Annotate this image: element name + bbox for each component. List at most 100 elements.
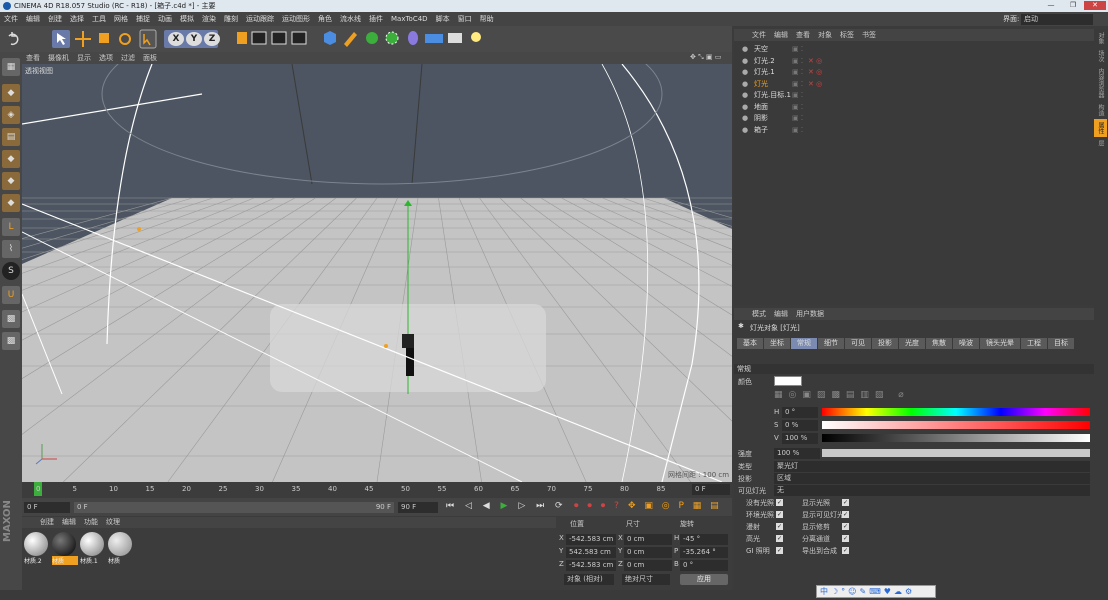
object-menu-item[interactable]: 查看 xyxy=(792,31,814,39)
size-mode-dropdown[interactable]: 绝对尺寸 xyxy=(622,574,670,585)
ime-toolbar[interactable]: 中☽°☺✎⌨♥☁⚙ xyxy=(816,585,936,598)
position-field[interactable]: -542.583 cm xyxy=(566,560,616,571)
attribute-tab[interactable]: 工程 xyxy=(1021,338,1048,349)
value-field[interactable]: 100 % xyxy=(782,433,818,444)
intensity-slider[interactable] xyxy=(822,449,1090,457)
position-field[interactable]: 542.583 cm xyxy=(566,547,616,558)
visibility-toggle[interactable]: ▣ ⁚ xyxy=(792,102,803,113)
menu-item[interactable]: 运动图形 xyxy=(278,12,314,26)
rotation-field[interactable]: 0 ° xyxy=(680,560,728,571)
manager-tab[interactable]: 层 xyxy=(1094,137,1107,149)
visibility-toggle[interactable]: ▣ ⁚ xyxy=(792,67,803,78)
viewport-menu-item[interactable]: 显示 xyxy=(73,52,95,64)
record-keys-icons[interactable]: ⏺ ⏺ ⏺ ? xyxy=(574,501,622,511)
object-row[interactable]: ● 阴影 ▣ ⁚ xyxy=(734,113,1094,124)
ime-icon[interactable]: ✎ xyxy=(860,587,870,596)
object-row[interactable]: ● 灯光.2 ▣ ⁚ ✕ ◎ xyxy=(734,56,1094,67)
size-field[interactable]: 0 cm xyxy=(624,560,672,571)
x-axis-button[interactable]: X xyxy=(168,32,184,46)
menu-item[interactable]: 角色 xyxy=(314,12,336,26)
visibility-toggle[interactable]: ▣ ⁚ xyxy=(792,79,803,90)
y-axis-button[interactable]: Y xyxy=(186,32,202,46)
option-checkbox[interactable]: ✓ xyxy=(776,499,783,506)
color-swatch[interactable] xyxy=(774,376,802,386)
ime-icon[interactable]: ⚙ xyxy=(905,587,915,596)
viewport-menu-item[interactable]: 过滤 xyxy=(117,52,139,64)
attribute-tab[interactable]: 噪波 xyxy=(953,338,980,349)
attribute-tab[interactable]: 焦散 xyxy=(926,338,953,349)
coord-mode-dropdown[interactable]: 对象 (相对) xyxy=(564,574,614,585)
manager-tab[interactable]: 场次 xyxy=(1094,47,1107,65)
menu-item[interactable]: 雕刻 xyxy=(220,12,242,26)
ime-icon[interactable]: ☺ xyxy=(848,587,859,596)
ime-icon[interactable]: 中 xyxy=(820,587,831,596)
object-row[interactable]: ● 天空 ▣ ⁚ xyxy=(734,44,1094,55)
menu-item[interactable]: 网格 xyxy=(110,12,132,26)
attribute-tab[interactable]: 投影 xyxy=(872,338,899,349)
attribute-tab[interactable]: 基本 xyxy=(737,338,764,349)
visibility-toggle[interactable]: ▣ ⁚ xyxy=(792,90,803,101)
menu-item[interactable]: 动画 xyxy=(154,12,176,26)
menu-item[interactable]: 选择 xyxy=(66,12,88,26)
perspective-viewport[interactable]: 透视视图 网格间距 : 100 cm xyxy=(22,64,732,482)
option-checkbox[interactable]: ✓ xyxy=(776,511,783,518)
ime-icon[interactable]: ⌨ xyxy=(869,587,884,596)
menu-item[interactable]: 脚本 xyxy=(432,12,454,26)
workplane-icon[interactable]: ▤ xyxy=(2,128,20,146)
key-mode-icons[interactable]: ✥ ▣ ◎ P ▦ ▤ xyxy=(628,501,722,511)
magnet-icon[interactable]: U xyxy=(2,286,20,304)
rotation-field[interactable]: -35.264 ° xyxy=(680,547,728,558)
hue-field[interactable]: 0 ° xyxy=(782,407,818,418)
menu-item[interactable]: 插件 xyxy=(365,12,387,26)
layout-dropdown[interactable]: 启动 xyxy=(1021,14,1093,25)
viewport-menu-item[interactable]: 查看 xyxy=(22,52,44,64)
start-frame-field[interactable]: 0 F xyxy=(24,502,70,513)
menu-item[interactable]: 流水线 xyxy=(336,12,365,26)
timeline[interactable]: 051015202530354045505560657075808590 0 F xyxy=(22,482,732,498)
object-menu-item[interactable]: 书签 xyxy=(858,31,880,39)
ime-icon[interactable]: ☽ xyxy=(831,587,841,596)
minimize-button[interactable]: — xyxy=(1040,1,1062,10)
material-swatch[interactable]: 材质 xyxy=(52,532,78,566)
menu-item[interactable]: 创建 xyxy=(44,12,66,26)
material-swatch[interactable]: 材质.2 xyxy=(24,532,50,566)
object-row[interactable]: ● 箱子 ▣ ⁚ xyxy=(734,125,1094,136)
visibility-toggle[interactable]: ▣ ⁚ xyxy=(792,113,803,124)
object-row[interactable]: ● 灯光.1 ▣ ⁚ ✕ ◎ xyxy=(734,67,1094,78)
object-menu-item[interactable]: 标签 xyxy=(836,31,858,39)
material-swatch[interactable]: 材质 xyxy=(108,532,134,566)
menu-item[interactable]: 模拟 xyxy=(176,12,198,26)
size-field[interactable]: 0 cm xyxy=(624,547,672,558)
menu-item[interactable]: 帮助 xyxy=(476,12,498,26)
intensity-field[interactable]: 100 % xyxy=(774,448,820,459)
attribute-menu-item[interactable]: 用户数据 xyxy=(792,310,828,318)
menu-item[interactable]: 工具 xyxy=(88,12,110,26)
manager-tab[interactable]: 构造 xyxy=(1094,101,1107,119)
end-frame-field[interactable]: 90 F xyxy=(398,502,438,513)
object-menu-item[interactable]: 文件 xyxy=(748,31,770,39)
option-checkbox[interactable]: ✓ xyxy=(842,547,849,554)
option-checkbox[interactable]: ✓ xyxy=(842,535,849,542)
object-menu-item[interactable]: 编辑 xyxy=(770,31,792,39)
preview-range-slider[interactable]: 0 F 90 F xyxy=(74,502,394,513)
manager-tab[interactable]: 属性 xyxy=(1094,119,1107,137)
soft-selection-icon[interactable]: ▩ xyxy=(2,310,20,328)
manager-tab[interactable]: 内容浏览器 xyxy=(1094,65,1107,101)
object-row[interactable]: ● 地面 ▣ ⁚ xyxy=(734,102,1094,113)
position-field[interactable]: -542.583 cm xyxy=(566,534,616,545)
menu-item[interactable]: MaxToC4D xyxy=(387,12,432,26)
material-swatch[interactable]: 材质.1 xyxy=(80,532,106,566)
disabled-tag-icon[interactable]: ✕ ◎ xyxy=(808,56,822,67)
object-menu-item[interactable]: 对象 xyxy=(814,31,836,39)
material-menu-item[interactable]: 编辑 xyxy=(58,518,80,526)
make-editable-icon[interactable]: ▦ xyxy=(2,58,20,76)
texture-mode-icon[interactable]: ◈ xyxy=(2,106,20,124)
disabled-tag-icon[interactable]: ✕ ◎ xyxy=(808,67,822,78)
viewport-nav-icons[interactable]: ✥ ⤡ ▣ ▭ xyxy=(690,53,721,62)
saturation-field[interactable]: 0 % xyxy=(782,420,818,431)
attribute-tab[interactable]: 常规 xyxy=(791,338,818,349)
material-menu-item[interactable]: 创建 xyxy=(36,518,58,526)
tweak-icon[interactable]: ⌇ xyxy=(2,240,20,258)
visibility-toggle[interactable]: ▣ ⁚ xyxy=(792,44,803,55)
menu-item[interactable]: 窗口 xyxy=(454,12,476,26)
